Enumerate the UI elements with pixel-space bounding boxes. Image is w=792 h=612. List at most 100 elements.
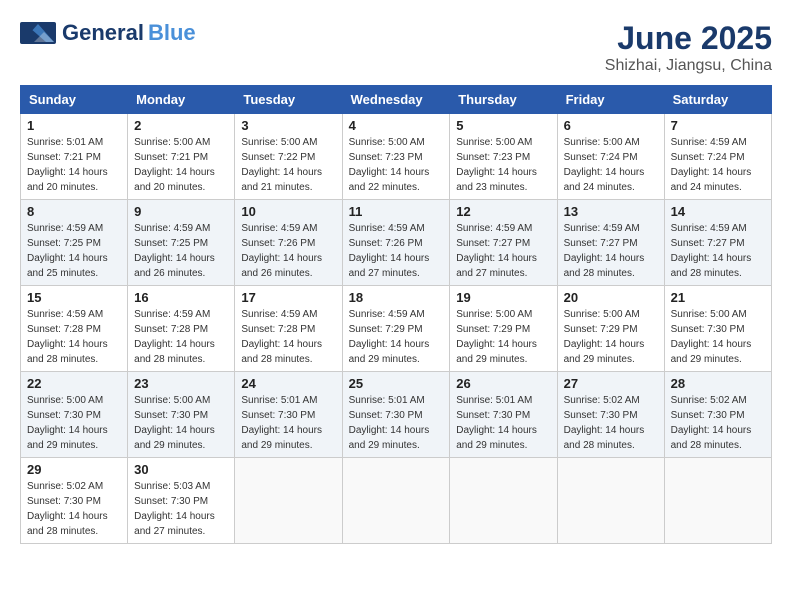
day-cell-10: 10 Sunrise: 4:59 AMSunset: 7:26 PMDaylig…: [235, 200, 342, 286]
day-info: Sunrise: 5:00 AMSunset: 7:30 PMDaylight:…: [134, 395, 215, 451]
day-info: Sunrise: 5:02 AMSunset: 7:30 PMDaylight:…: [27, 481, 108, 537]
day-number: 26: [456, 376, 550, 391]
day-info: Sunrise: 5:03 AMSunset: 7:30 PMDaylight:…: [134, 481, 215, 537]
day-info: Sunrise: 4:59 AMSunset: 7:28 PMDaylight:…: [27, 309, 108, 365]
day-cell-3: 3 Sunrise: 5:00 AMSunset: 7:22 PMDayligh…: [235, 114, 342, 200]
empty-day-cell: [557, 458, 664, 544]
day-info: Sunrise: 5:00 AMSunset: 7:21 PMDaylight:…: [134, 137, 215, 193]
day-cell-21: 21 Sunrise: 5:00 AMSunset: 7:30 PMDaylig…: [664, 286, 771, 372]
day-info: Sunrise: 5:00 AMSunset: 7:29 PMDaylight:…: [564, 309, 645, 365]
day-info: Sunrise: 4:59 AMSunset: 7:26 PMDaylight:…: [241, 223, 322, 279]
page-header: GeneralBlue June 2025 Shizhai, Jiangsu, …: [20, 20, 772, 75]
day-number: 4: [349, 118, 444, 133]
day-info: Sunrise: 5:01 AMSunset: 7:21 PMDaylight:…: [27, 137, 108, 193]
day-number: 8: [27, 204, 121, 219]
day-cell-6: 6 Sunrise: 5:00 AMSunset: 7:24 PMDayligh…: [557, 114, 664, 200]
day-number: 29: [27, 462, 121, 477]
day-info: Sunrise: 5:01 AMSunset: 7:30 PMDaylight:…: [241, 395, 322, 451]
month-title: June 2025: [605, 20, 772, 57]
weekday-wednesday: Wednesday: [342, 86, 450, 114]
day-number: 20: [564, 290, 658, 305]
day-number: 7: [671, 118, 765, 133]
day-number: 9: [134, 204, 228, 219]
day-info: Sunrise: 4:59 AMSunset: 7:26 PMDaylight:…: [349, 223, 430, 279]
day-cell-18: 18 Sunrise: 4:59 AMSunset: 7:29 PMDaylig…: [342, 286, 450, 372]
day-cell-28: 28 Sunrise: 5:02 AMSunset: 7:30 PMDaylig…: [664, 372, 771, 458]
day-info: Sunrise: 4:59 AMSunset: 7:28 PMDaylight:…: [134, 309, 215, 365]
day-info: Sunrise: 4:59 AMSunset: 7:24 PMDaylight:…: [671, 137, 752, 193]
day-number: 19: [456, 290, 550, 305]
day-cell-19: 19 Sunrise: 5:00 AMSunset: 7:29 PMDaylig…: [450, 286, 557, 372]
day-info: Sunrise: 5:00 AMSunset: 7:23 PMDaylight:…: [456, 137, 537, 193]
day-info: Sunrise: 4:59 AMSunset: 7:27 PMDaylight:…: [456, 223, 537, 279]
weekday-header-row: SundayMondayTuesdayWednesdayThursdayFrid…: [21, 86, 772, 114]
day-cell-20: 20 Sunrise: 5:00 AMSunset: 7:29 PMDaylig…: [557, 286, 664, 372]
day-number: 25: [349, 376, 444, 391]
day-cell-17: 17 Sunrise: 4:59 AMSunset: 7:28 PMDaylig…: [235, 286, 342, 372]
day-cell-25: 25 Sunrise: 5:01 AMSunset: 7:30 PMDaylig…: [342, 372, 450, 458]
title-area: June 2025 Shizhai, Jiangsu, China: [605, 20, 772, 75]
day-number: 22: [27, 376, 121, 391]
day-cell-4: 4 Sunrise: 5:00 AMSunset: 7:23 PMDayligh…: [342, 114, 450, 200]
day-info: Sunrise: 5:00 AMSunset: 7:29 PMDaylight:…: [456, 309, 537, 365]
day-info: Sunrise: 4:59 AMSunset: 7:27 PMDaylight:…: [671, 223, 752, 279]
weekday-friday: Friday: [557, 86, 664, 114]
day-number: 11: [349, 204, 444, 219]
week-row-4: 22 Sunrise: 5:00 AMSunset: 7:30 PMDaylig…: [21, 372, 772, 458]
day-number: 12: [456, 204, 550, 219]
day-info: Sunrise: 4:59 AMSunset: 7:27 PMDaylight:…: [564, 223, 645, 279]
week-row-3: 15 Sunrise: 4:59 AMSunset: 7:28 PMDaylig…: [21, 286, 772, 372]
day-number: 28: [671, 376, 765, 391]
day-info: Sunrise: 4:59 AMSunset: 7:25 PMDaylight:…: [27, 223, 108, 279]
day-info: Sunrise: 5:00 AMSunset: 7:23 PMDaylight:…: [349, 137, 430, 193]
weekday-monday: Monday: [128, 86, 235, 114]
logo-general: General: [62, 20, 144, 46]
day-cell-9: 9 Sunrise: 4:59 AMSunset: 7:25 PMDayligh…: [128, 200, 235, 286]
day-cell-1: 1 Sunrise: 5:01 AMSunset: 7:21 PMDayligh…: [21, 114, 128, 200]
day-info: Sunrise: 5:00 AMSunset: 7:24 PMDaylight:…: [564, 137, 645, 193]
day-info: Sunrise: 5:00 AMSunset: 7:22 PMDaylight:…: [241, 137, 322, 193]
day-cell-13: 13 Sunrise: 4:59 AMSunset: 7:27 PMDaylig…: [557, 200, 664, 286]
location-title: Shizhai, Jiangsu, China: [605, 57, 772, 75]
weekday-saturday: Saturday: [664, 86, 771, 114]
week-row-5: 29 Sunrise: 5:02 AMSunset: 7:30 PMDaylig…: [21, 458, 772, 544]
day-cell-7: 7 Sunrise: 4:59 AMSunset: 7:24 PMDayligh…: [664, 114, 771, 200]
day-number: 6: [564, 118, 658, 133]
weekday-thursday: Thursday: [450, 86, 557, 114]
day-cell-15: 15 Sunrise: 4:59 AMSunset: 7:28 PMDaylig…: [21, 286, 128, 372]
day-cell-14: 14 Sunrise: 4:59 AMSunset: 7:27 PMDaylig…: [664, 200, 771, 286]
day-cell-5: 5 Sunrise: 5:00 AMSunset: 7:23 PMDayligh…: [450, 114, 557, 200]
day-number: 3: [241, 118, 335, 133]
day-cell-22: 22 Sunrise: 5:00 AMSunset: 7:30 PMDaylig…: [21, 372, 128, 458]
day-info: Sunrise: 5:01 AMSunset: 7:30 PMDaylight:…: [349, 395, 430, 451]
day-info: Sunrise: 4:59 AMSunset: 7:25 PMDaylight:…: [134, 223, 215, 279]
day-cell-11: 11 Sunrise: 4:59 AMSunset: 7:26 PMDaylig…: [342, 200, 450, 286]
day-cell-24: 24 Sunrise: 5:01 AMSunset: 7:30 PMDaylig…: [235, 372, 342, 458]
day-number: 5: [456, 118, 550, 133]
day-cell-12: 12 Sunrise: 4:59 AMSunset: 7:27 PMDaylig…: [450, 200, 557, 286]
empty-day-cell: [664, 458, 771, 544]
day-cell-2: 2 Sunrise: 5:00 AMSunset: 7:21 PMDayligh…: [128, 114, 235, 200]
week-row-2: 8 Sunrise: 4:59 AMSunset: 7:25 PMDayligh…: [21, 200, 772, 286]
day-info: Sunrise: 5:02 AMSunset: 7:30 PMDaylight:…: [564, 395, 645, 451]
day-number: 13: [564, 204, 658, 219]
day-cell-23: 23 Sunrise: 5:00 AMSunset: 7:30 PMDaylig…: [128, 372, 235, 458]
empty-day-cell: [235, 458, 342, 544]
week-row-1: 1 Sunrise: 5:01 AMSunset: 7:21 PMDayligh…: [21, 114, 772, 200]
day-info: Sunrise: 5:00 AMSunset: 7:30 PMDaylight:…: [671, 309, 752, 365]
day-number: 15: [27, 290, 121, 305]
weekday-tuesday: Tuesday: [235, 86, 342, 114]
day-info: Sunrise: 4:59 AMSunset: 7:28 PMDaylight:…: [241, 309, 322, 365]
weekday-sunday: Sunday: [21, 86, 128, 114]
day-cell-16: 16 Sunrise: 4:59 AMSunset: 7:28 PMDaylig…: [128, 286, 235, 372]
day-info: Sunrise: 5:02 AMSunset: 7:30 PMDaylight:…: [671, 395, 752, 451]
day-number: 16: [134, 290, 228, 305]
day-cell-29: 29 Sunrise: 5:02 AMSunset: 7:30 PMDaylig…: [21, 458, 128, 544]
day-info: Sunrise: 5:01 AMSunset: 7:30 PMDaylight:…: [456, 395, 537, 451]
day-cell-8: 8 Sunrise: 4:59 AMSunset: 7:25 PMDayligh…: [21, 200, 128, 286]
day-number: 1: [27, 118, 121, 133]
day-info: Sunrise: 5:00 AMSunset: 7:30 PMDaylight:…: [27, 395, 108, 451]
day-number: 18: [349, 290, 444, 305]
day-cell-27: 27 Sunrise: 5:02 AMSunset: 7:30 PMDaylig…: [557, 372, 664, 458]
day-number: 21: [671, 290, 765, 305]
